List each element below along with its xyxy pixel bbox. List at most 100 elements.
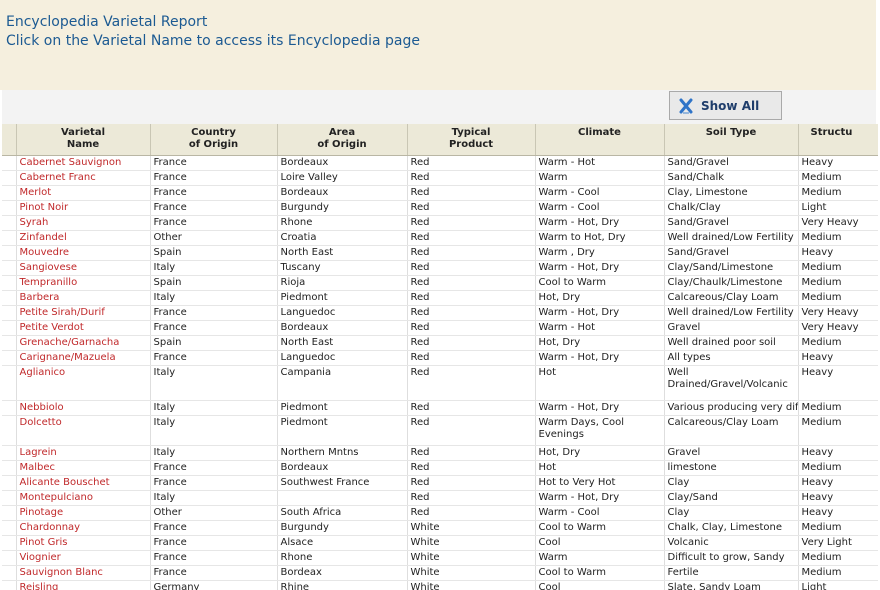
country-cell: Italy <box>150 260 278 276</box>
row-selector[interactable] <box>2 230 17 246</box>
table-row[interactable]: Pinotage Other South Africa Red Warm - Cool C… <box>2 505 878 521</box>
varietal-name-link[interactable]: Malbec <box>16 460 151 476</box>
column-header-structure[interactable]: Structu <box>798 124 878 156</box>
varietal-name-link[interactable]: Viognier <box>16 550 151 566</box>
row-selector[interactable] <box>2 505 17 521</box>
table-row[interactable]: Sauvignon Blanc France Bordeax White Cool to… <box>2 565 878 581</box>
soil-type-cell: Clay/Sand/Limestone <box>664 260 799 276</box>
table-row[interactable]: Merlot France Bordeaux Red Warm - Cool Clay, … <box>2 185 878 201</box>
row-selector[interactable] <box>2 185 17 201</box>
column-header-soil-type[interactable]: Soil Type <box>664 124 799 156</box>
table-row[interactable]: Aglianico Italy Campania Red Hot Well Drained… <box>2 365 878 401</box>
show-all-label: Show All <box>701 98 760 113</box>
table-row[interactable]: Alicante Bouschet France Southwest France R… <box>2 475 878 491</box>
table-row[interactable]: Zinfandel Other Croatia Red Warm to Hot, Dry… <box>2 230 878 246</box>
varietal-name-link[interactable]: Grenache/Garnacha <box>16 335 151 351</box>
varietal-name-link[interactable]: Merlot <box>16 185 151 201</box>
table-row[interactable]: Viognier France Rhone White Warm Difficult to… <box>2 550 878 566</box>
varietal-name-link[interactable]: Pinot Noir <box>16 200 151 216</box>
table-row[interactable]: Syrah France Rhone Red Warm - Hot, Dry Sand/G… <box>2 215 878 231</box>
varietal-name-link[interactable]: Barbera <box>16 290 151 306</box>
varietal-name-link[interactable]: Lagrein <box>16 445 151 461</box>
table-row[interactable]: Lagrein Italy Northern Mntns Red Hot, Dry Gra… <box>2 445 878 461</box>
varietal-name-link[interactable]: Reisling <box>16 580 151 590</box>
table-row[interactable]: Carignane/Mazuela France Languedoc Red Warm … <box>2 350 878 366</box>
column-header-area[interactable]: Area of Origin <box>277 124 408 156</box>
varietal-name-link[interactable]: Dolcetto <box>16 415 151 446</box>
row-selector[interactable] <box>2 580 17 590</box>
varietal-name-link[interactable]: Zinfandel <box>16 230 151 246</box>
row-selector[interactable] <box>2 155 17 171</box>
row-selector[interactable] <box>2 290 17 306</box>
row-selector[interactable] <box>2 565 17 581</box>
table-row[interactable]: Nebbiolo Italy Piedmont Red Warm - Hot, Dry V… <box>2 400 878 416</box>
row-selector[interactable] <box>2 260 17 276</box>
varietal-name-link[interactable]: Petite Verdot <box>16 320 151 336</box>
column-header-country[interactable]: Country of Origin <box>150 124 278 156</box>
table-row[interactable]: Barbera Italy Piedmont Red Hot, Dry Calcareou… <box>2 290 878 306</box>
area-cell: Bordeaux <box>277 155 408 171</box>
row-selector[interactable] <box>2 320 17 336</box>
varietal-name-link[interactable]: Carignane/Mazuela <box>16 350 151 366</box>
varietal-name-link[interactable]: Pinotage <box>16 505 151 521</box>
row-selector[interactable] <box>2 490 17 506</box>
row-selector[interactable] <box>2 445 17 461</box>
table-row[interactable]: Reisling Germany Rhine White Cool Slate, Sand… <box>2 580 878 590</box>
soil-type-cell: Well Drained/Gravel/Volcanic <box>664 365 799 401</box>
table-row[interactable]: Pinot Noir France Burgundy Red Warm - Cool Ch… <box>2 200 878 216</box>
varietal-name-link[interactable]: Sauvignon Blanc <box>16 565 151 581</box>
table-row[interactable]: Petite Verdot France Bordeaux Red Warm - Hot… <box>2 320 878 336</box>
row-selector[interactable] <box>2 200 17 216</box>
table-row[interactable]: Malbec France Bordeaux Red Hot limestone Mediu… <box>2 460 878 476</box>
table-row[interactable]: Grenache/Garnacha Spain North East Red Hot, … <box>2 335 878 351</box>
row-selector[interactable] <box>2 305 17 321</box>
table-row[interactable]: Pinot Gris France Alsace White Cool Volcanic V… <box>2 535 878 551</box>
varietal-name-link[interactable]: Cabernet Franc <box>16 170 151 186</box>
varietal-name-link[interactable]: Petite Sirah/Durif <box>16 305 151 321</box>
row-selector[interactable] <box>2 475 17 491</box>
column-header-climate[interactable]: Climate <box>535 124 665 156</box>
column-header-typical-product[interactable]: Typical Product <box>407 124 536 156</box>
row-selector[interactable] <box>2 170 17 186</box>
show-all-button[interactable]: Show All <box>669 91 782 120</box>
row-selector[interactable] <box>2 215 17 231</box>
varietal-name-link[interactable]: Montepulciano <box>16 490 151 506</box>
varietal-name-link[interactable]: Nebbiolo <box>16 400 151 416</box>
table-row[interactable]: Montepulciano Italy Red Warm - Hot, Dry Clay… <box>2 490 878 506</box>
row-selector[interactable] <box>2 350 17 366</box>
table-row[interactable]: Sangiovese Italy Tuscany Red Warm - Hot, Dry… <box>2 260 878 276</box>
country-cell: France <box>150 550 278 566</box>
row-selector[interactable] <box>2 400 17 416</box>
structure-cell: Very Heavy <box>798 215 878 231</box>
varietal-name-link[interactable]: Sangiovese <box>16 260 151 276</box>
row-selector[interactable] <box>2 460 17 476</box>
product-cell: Red <box>407 320 536 336</box>
varietal-name-link[interactable]: Pinot Gris <box>16 535 151 551</box>
row-selector[interactable] <box>2 275 17 291</box>
varietal-name-link[interactable]: Mouvedre <box>16 245 151 261</box>
row-selector[interactable] <box>2 335 17 351</box>
table-row[interactable]: Cabernet Sauvignon France Bordeaux Red Warm … <box>2 155 878 171</box>
row-selector[interactable] <box>2 535 17 551</box>
varietal-name-link[interactable]: Syrah <box>16 215 151 231</box>
soil-type-cell: Clay <box>664 505 799 521</box>
table-row[interactable]: Chardonnay France Burgundy White Cool to War… <box>2 520 878 536</box>
table-row[interactable]: Cabernet Franc France Loire Valley Red Warm S… <box>2 170 878 186</box>
varietal-name-link[interactable]: Cabernet Sauvignon <box>16 155 151 171</box>
table-row[interactable]: Petite Sirah/Durif France Languedoc Red Warm… <box>2 305 878 321</box>
column-header-varietal-name[interactable]: Varietal Name <box>16 124 151 156</box>
row-selector[interactable] <box>2 415 17 446</box>
varietal-name-link[interactable]: Chardonnay <box>16 520 151 536</box>
climate-cell: Warm - Cool <box>535 185 665 201</box>
varietal-name-link[interactable]: Alicante Bouschet <box>16 475 151 491</box>
table-row[interactable]: Dolcetto Italy Piedmont Red Warm Days, Cool … <box>2 415 878 446</box>
row-selector[interactable] <box>2 520 17 536</box>
table-row[interactable]: Tempranillo Spain Rioja Red Cool to Warm Clay… <box>2 275 878 291</box>
row-selector[interactable] <box>2 365 17 401</box>
varietal-name-link[interactable]: Aglianico <box>16 365 151 401</box>
row-selector[interactable] <box>2 245 17 261</box>
row-selector[interactable] <box>2 550 17 566</box>
table-row[interactable]: Mouvedre Spain North East Red Warm , Dry Sand… <box>2 245 878 261</box>
varietal-table: Varietal Name Country of Origin Area of Ori… <box>2 124 878 590</box>
varietal-name-link[interactable]: Tempranillo <box>16 275 151 291</box>
